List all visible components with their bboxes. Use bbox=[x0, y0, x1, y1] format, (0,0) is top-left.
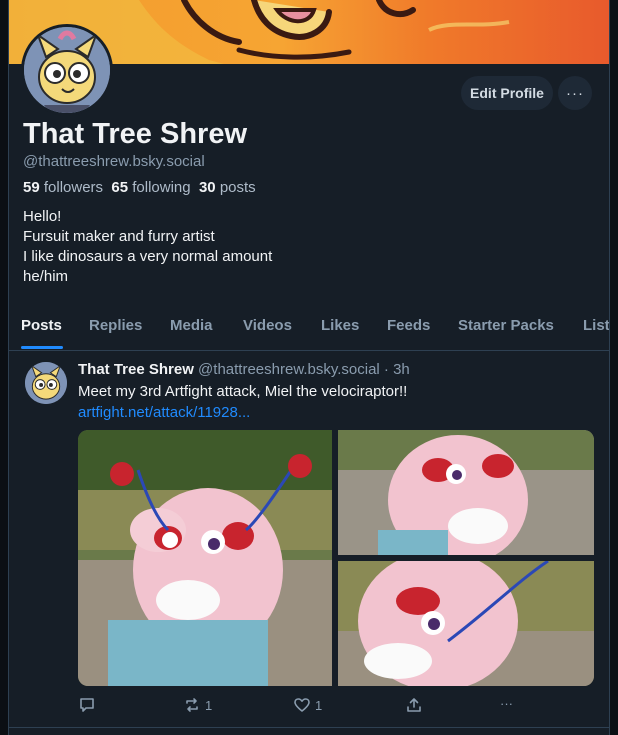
following-link[interactable]: 65 following bbox=[111, 179, 190, 196]
profile-handle: @thattreeshrew.bsky.social bbox=[23, 153, 205, 170]
post-meta-separator: · bbox=[379, 361, 394, 378]
more-dots-icon: ··· bbox=[500, 696, 513, 711]
bio-line: he/him bbox=[23, 268, 69, 285]
fursuit-photo bbox=[338, 430, 594, 555]
tab-feeds[interactable]: Feeds bbox=[387, 317, 430, 334]
profile-panel: Edit Profile ··· That Tree Shrew @thattr… bbox=[8, 0, 610, 735]
tab-likes[interactable]: Likes bbox=[321, 317, 359, 334]
post-actions: 1 1 ··· bbox=[78, 696, 594, 718]
bio-line: I like dinosaurs a very normal amount bbox=[23, 248, 273, 265]
tab-videos[interactable]: Videos bbox=[243, 317, 292, 334]
post-header: That Tree Shrew @thattreeshrew.bsky.soci… bbox=[78, 361, 410, 378]
post-image-1[interactable] bbox=[78, 430, 332, 686]
post-link[interactable]: artfight.net/attack/11928... bbox=[78, 404, 250, 421]
tab-lists[interactable]: List bbox=[583, 317, 609, 334]
bio-line: Hello! bbox=[23, 208, 62, 225]
post-timestamp[interactable]: 3h bbox=[393, 361, 410, 378]
post-more-button[interactable]: ··· bbox=[500, 696, 513, 711]
post-author-avatar[interactable] bbox=[25, 362, 67, 404]
post-text: Meet my 3rd Artfight attack, Miel the ve… bbox=[78, 383, 408, 400]
share-upload-icon bbox=[407, 698, 421, 712]
profile-bio: Hello! Fursuit maker and furry artist I … bbox=[23, 207, 272, 287]
heart-icon bbox=[294, 698, 310, 712]
share-button[interactable] bbox=[405, 696, 423, 714]
edit-profile-button[interactable]: Edit Profile bbox=[461, 76, 553, 110]
tab-starter-packs[interactable]: Starter Packs bbox=[458, 317, 554, 334]
tab-replies[interactable]: Replies bbox=[89, 317, 142, 334]
posts-stat: 30 posts bbox=[199, 179, 256, 196]
more-dots-icon: ··· bbox=[566, 84, 584, 102]
followers-link[interactable]: 59 followers bbox=[23, 179, 103, 196]
post-author-name[interactable]: That Tree Shrew bbox=[78, 361, 194, 378]
like-count: 1 bbox=[315, 697, 323, 713]
post-image-2[interactable] bbox=[338, 430, 594, 555]
fursuit-photo bbox=[78, 430, 332, 686]
active-tab-indicator bbox=[21, 346, 63, 349]
profile-more-button[interactable]: ··· bbox=[558, 76, 592, 110]
posts-count: 30 bbox=[198, 179, 216, 196]
tab-posts[interactable]: Posts bbox=[21, 317, 62, 334]
profile-avatar[interactable] bbox=[21, 24, 113, 116]
post-image-3[interactable] bbox=[338, 561, 594, 686]
post-divider bbox=[9, 727, 609, 728]
speech-bubble-icon bbox=[80, 698, 94, 712]
repost-count: 1 bbox=[205, 697, 213, 713]
profile-stats: 59 followers 65 following 30 posts bbox=[23, 179, 256, 196]
post-author-handle[interactable]: @thattreeshrew.bsky.social bbox=[198, 361, 380, 378]
fursuit-photo bbox=[338, 561, 594, 686]
reply-button[interactable] bbox=[78, 696, 100, 714]
followers-label: followers bbox=[43, 179, 104, 196]
repost-button[interactable]: 1 bbox=[183, 696, 212, 714]
shrew-avatar-image bbox=[24, 27, 110, 113]
post-image-gallery bbox=[78, 430, 594, 686]
display-name: That Tree Shrew bbox=[23, 118, 248, 150]
followers-count: 59 bbox=[23, 179, 40, 196]
posts-label: posts bbox=[219, 179, 256, 196]
like-button[interactable]: 1 bbox=[293, 696, 322, 714]
profile-tabs: Posts Replies Media Videos Likes Feeds S… bbox=[9, 308, 609, 351]
shrew-avatar-image bbox=[25, 362, 67, 404]
following-label: following bbox=[132, 179, 191, 196]
repost-arrows-icon bbox=[186, 698, 198, 712]
bio-line: Fursuit maker and furry artist bbox=[23, 228, 215, 245]
tab-media[interactable]: Media bbox=[170, 317, 213, 334]
following-count: 65 bbox=[111, 179, 129, 196]
